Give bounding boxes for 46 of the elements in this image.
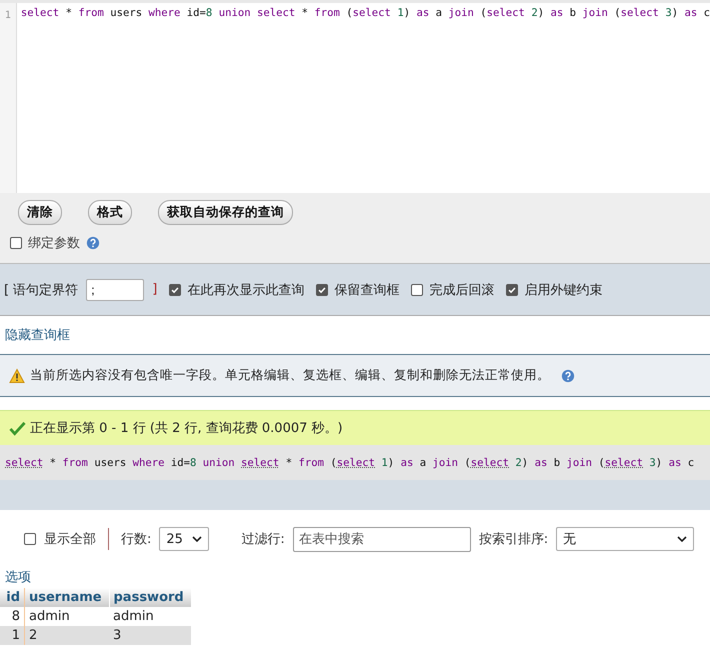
checkbox-label: 完成后回滚 bbox=[429, 282, 494, 298]
check-icon bbox=[9, 420, 26, 436]
delimiter-label: [ 语句定界符 bbox=[4, 282, 78, 298]
checkbox-label: 在此再次显示此查询 bbox=[187, 282, 304, 298]
table-cell: 8 bbox=[0, 607, 24, 626]
rows-label: 行数: bbox=[121, 531, 152, 548]
checkbox[interactable] bbox=[10, 237, 22, 249]
checkbox[interactable] bbox=[316, 284, 328, 296]
checkbox-label: 显示全部 bbox=[44, 531, 96, 548]
column-header[interactable]: username bbox=[24, 588, 109, 607]
caret-icon bbox=[677, 536, 688, 542]
success-message: 正在显示第 0 - 1 行 (共 2 行, 查询花费 0.0007 秒。) bbox=[30, 420, 343, 437]
checkbox-label: 启用外键约束 bbox=[524, 282, 602, 298]
table-cell: admin bbox=[109, 607, 191, 626]
table-cell: admin bbox=[24, 607, 109, 626]
checkbox-label: 保留查询框 bbox=[334, 282, 400, 298]
sort-label: 按索引排序: bbox=[478, 531, 548, 548]
checkbox[interactable] bbox=[411, 284, 424, 296]
warning-message: 当前所选内容没有包含唯一字段。单元格编辑、复选框、编辑、复制和删除无法正常使用。 bbox=[30, 367, 550, 384]
checkbox[interactable] bbox=[169, 284, 182, 296]
column-header[interactable]: id bbox=[0, 588, 24, 607]
warning-icon bbox=[9, 368, 25, 384]
sort-dropdown[interactable]: 无 bbox=[556, 527, 694, 551]
column-header[interactable]: password bbox=[109, 588, 191, 607]
help-icon[interactable] bbox=[561, 368, 575, 382]
sql-query-text: select * from users where id=8 union select * from (select 1) as a join (select 2) as b join (select 3) as c bbox=[0, 445, 710, 480]
help-icon[interactable] bbox=[86, 236, 100, 250]
bracket-text: ] bbox=[152, 282, 158, 297]
line-number: 1 bbox=[4, 10, 11, 21]
hide-query-link[interactable]: 隐藏查询框 bbox=[5, 326, 70, 344]
query-button[interactable]: 获取自动保存的查询 bbox=[158, 200, 293, 225]
delimiter-field[interactable]: ; bbox=[86, 278, 144, 300]
caret-icon bbox=[192, 536, 202, 542]
table-cell: 2 bbox=[24, 626, 109, 645]
table-cell: 1 bbox=[0, 626, 24, 645]
options-link[interactable]: 选项 bbox=[5, 570, 31, 585]
sql-editor[interactable]: select * from users where id=8 union select * from (select 1) as a join (select 2) as b join (select 3) as c bbox=[16, 3, 710, 193]
checkbox[interactable] bbox=[506, 284, 518, 296]
query-button[interactable]: 清除 bbox=[18, 200, 62, 225]
checkbox[interactable] bbox=[24, 533, 36, 545]
rows-dropdown[interactable]: 25 bbox=[159, 527, 210, 551]
table-cell: 3 bbox=[109, 626, 191, 645]
checkbox-label: 绑定参数 bbox=[28, 235, 80, 252]
query-button[interactable]: 格式 bbox=[88, 200, 132, 225]
filter-label: 过滤行: bbox=[241, 531, 285, 548]
filter-field[interactable]: 在表中搜索 bbox=[292, 526, 471, 552]
